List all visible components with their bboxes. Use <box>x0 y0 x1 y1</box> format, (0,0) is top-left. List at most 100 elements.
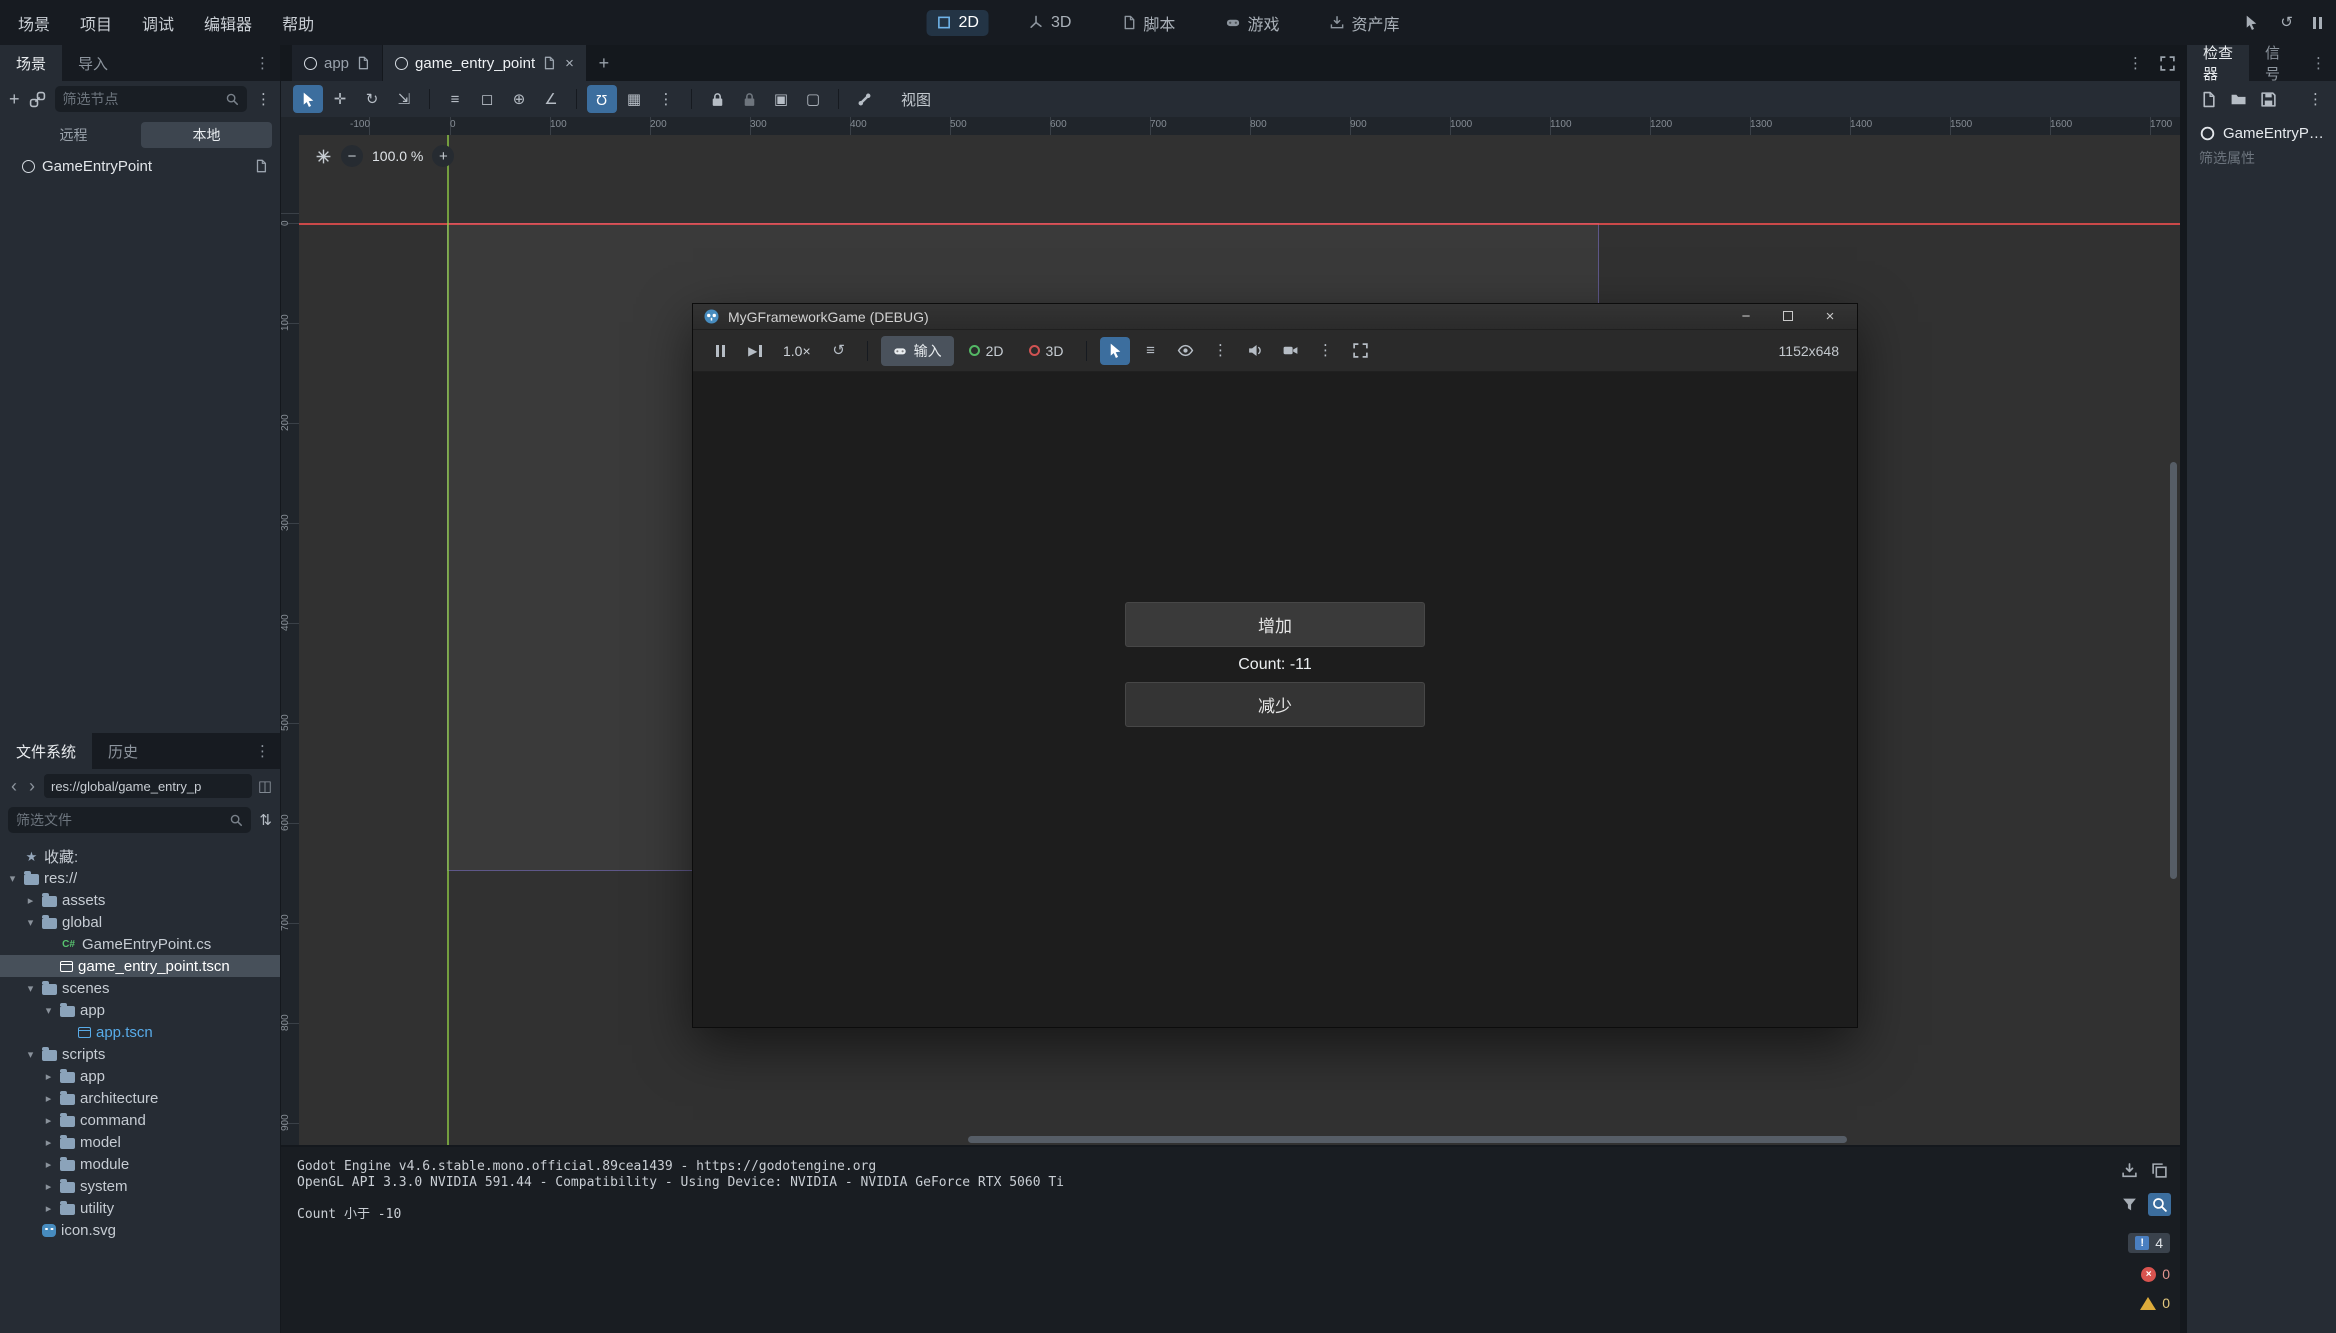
sort-files-icon[interactable]: ⇅ <box>259 813 272 828</box>
load-resource-icon[interactable] <box>2230 91 2247 108</box>
forward-icon[interactable]: › <box>26 776 38 797</box>
fs-tree-item[interactable]: ▸system <box>0 1175 280 1197</box>
inspected-node[interactable]: GameEntryPoint <box>2187 117 2336 146</box>
workspace-game[interactable]: 游戏 <box>1215 7 1289 39</box>
tab-scene-dock[interactable]: 场景 <box>0 45 62 81</box>
expand-arrow[interactable]: ▸ <box>42 1114 55 1127</box>
fs-tree-item[interactable]: ★收藏: <box>0 845 280 867</box>
scene-tabs-menu-icon[interactable]: ⋮ <box>2128 56 2143 71</box>
expand-arrow[interactable]: ▾ <box>24 1048 37 1061</box>
camera-options-icon[interactable]: ⋮ <box>1310 337 1340 365</box>
file-filter-input[interactable] <box>16 812 229 828</box>
fs-tree-item[interactable]: ▸app <box>0 1065 280 1087</box>
fs-tree-item[interactable]: icon.svg <box>0 1219 280 1241</box>
scene-filter-input[interactable] <box>63 91 225 107</box>
select-tool-icon[interactable] <box>1100 337 1130 365</box>
expand-arrow[interactable]: ▸ <box>42 1180 55 1193</box>
tab-history[interactable]: 历史 <box>92 733 154 769</box>
fs-tree-item[interactable]: game_entry_point.tscn <box>0 955 280 977</box>
tab-filesystem[interactable]: 文件系统 <box>0 733 92 769</box>
audio-mute-icon[interactable] <box>1240 337 1270 365</box>
pause-icon[interactable] <box>2313 17 2322 29</box>
script-icon[interactable] <box>254 159 268 173</box>
mode-2d-button[interactable]: 2D <box>959 343 1014 359</box>
maximize-button[interactable] <box>1771 308 1805 325</box>
fs-tree-item[interactable]: ▸model <box>0 1131 280 1153</box>
minimize-button[interactable]: − <box>1729 308 1763 325</box>
filesystem-menu-icon[interactable]: ⋮ <box>245 744 280 759</box>
horizontal-scrollbar[interactable] <box>968 1136 1847 1143</box>
skeleton-options-icon[interactable] <box>849 85 879 113</box>
zoom-level[interactable]: 100.0 % <box>372 148 423 164</box>
expand-arrow[interactable]: ▸ <box>42 1202 55 1215</box>
expand-arrow[interactable]: ▾ <box>24 982 37 995</box>
expand-arrow[interactable]: ▸ <box>24 894 37 907</box>
expand-arrow[interactable]: ▾ <box>42 1004 55 1017</box>
fs-tree-item[interactable]: ▾global <box>0 911 280 933</box>
fs-tree-item[interactable]: C#GameEntryPoint.cs <box>0 933 280 955</box>
save-log-icon[interactable] <box>2121 1162 2138 1179</box>
input-mode-button[interactable]: 输入 <box>881 336 954 366</box>
game-window[interactable]: MyGFrameworkGame (DEBUG) − × ▶ 1.0× ↺ 输入… <box>693 304 1857 1027</box>
scene-tree-root-node[interactable]: GameEntryPoint <box>0 153 280 179</box>
select-region-icon[interactable]: ◻ <box>472 85 502 113</box>
tab-signals[interactable]: 信号 <box>2249 45 2301 81</box>
game-window-titlebar[interactable]: MyGFrameworkGame (DEBUG) − × <box>693 304 1857 330</box>
property-filter-input[interactable] <box>2199 150 2324 166</box>
search-output-icon[interactable] <box>2148 1193 2171 1216</box>
pan-tool-icon[interactable]: ⊕ <box>504 85 534 113</box>
restart-game-icon[interactable]: ↺ <box>824 337 854 365</box>
split-view-icon[interactable]: ◫ <box>258 779 272 794</box>
next-frame-icon[interactable]: ▶ <box>740 337 770 365</box>
warnings-badge[interactable]: 0 <box>2140 1295 2170 1311</box>
v-ruler[interactable]: 0100200300400500600700800900 <box>281 135 299 1145</box>
save-resource-icon[interactable] <box>2260 91 2277 108</box>
select-tool-icon[interactable] <box>293 85 323 113</box>
add-node-button[interactable]: + <box>9 90 20 108</box>
menu-debug[interactable]: 调试 <box>142 11 174 35</box>
workspace-script[interactable]: 脚本 <box>1111 7 1185 39</box>
fs-tree-item[interactable]: app.tscn <box>0 1021 280 1043</box>
expand-arrow[interactable]: ▾ <box>24 916 37 929</box>
center-view-icon[interactable] <box>315 148 332 165</box>
fs-tree-item[interactable]: ▸utility <box>0 1197 280 1219</box>
instance-scene-icon[interactable] <box>29 91 46 108</box>
expand-arrow[interactable]: ▾ <box>6 872 19 885</box>
speed-select[interactable]: 1.0× <box>775 343 819 359</box>
mode-3d-button[interactable]: 3D <box>1019 343 1074 359</box>
unlock-icon[interactable] <box>734 85 764 113</box>
fs-tree-item[interactable]: ▾scenes <box>0 977 280 999</box>
group-icon[interactable]: ▣ <box>766 85 796 113</box>
menu-help[interactable]: 帮助 <box>282 11 314 35</box>
expand-arrow[interactable]: ▸ <box>42 1070 55 1083</box>
fs-tree-item[interactable]: ▸command <box>0 1109 280 1131</box>
camera-override-icon[interactable] <box>1275 337 1305 365</box>
expand-viewport-icon[interactable] <box>2159 55 2176 72</box>
workspace-3d[interactable]: 3D <box>1019 10 1081 36</box>
scene-tab-app[interactable]: app <box>292 45 383 81</box>
selection-list-icon[interactable]: ≡ <box>1135 337 1165 365</box>
menu-editor[interactable]: 编辑器 <box>204 11 252 35</box>
fs-tree-item[interactable]: ▾scripts <box>0 1043 280 1065</box>
close-tab-icon[interactable]: × <box>563 55 574 72</box>
path-input[interactable] <box>51 779 245 794</box>
visibility-icon[interactable] <box>1170 337 1200 365</box>
inspector-tabs-menu-icon[interactable]: ⋮ <box>2301 56 2336 71</box>
close-button[interactable]: × <box>1813 308 1847 325</box>
workspace-assetlib[interactable]: 资产库 <box>1319 7 1409 39</box>
fs-tree-item[interactable]: ▾app <box>0 999 280 1021</box>
zoom-in-button[interactable]: + <box>432 145 454 167</box>
tab-import-dock[interactable]: 导入 <box>62 45 124 81</box>
expand-arrow[interactable]: ▸ <box>42 1136 55 1149</box>
embed-fullscreen-icon[interactable] <box>1345 337 1375 365</box>
errors-badge[interactable]: × 0 <box>2141 1266 2170 1282</box>
decrease-button[interactable]: 减少 <box>1125 682 1425 727</box>
inspector-options-icon[interactable]: ⋮ <box>2308 92 2323 107</box>
increase-button[interactable]: 增加 <box>1125 602 1425 647</box>
copy-output-icon[interactable] <box>2151 1162 2168 1179</box>
lock-icon[interactable] <box>702 85 732 113</box>
ungroup-icon[interactable]: ▢ <box>798 85 828 113</box>
menu-scene[interactable]: 场景 <box>18 11 50 35</box>
filter-messages-icon[interactable] <box>2121 1196 2138 1213</box>
scale-tool-icon[interactable]: ⇲ <box>389 85 419 113</box>
